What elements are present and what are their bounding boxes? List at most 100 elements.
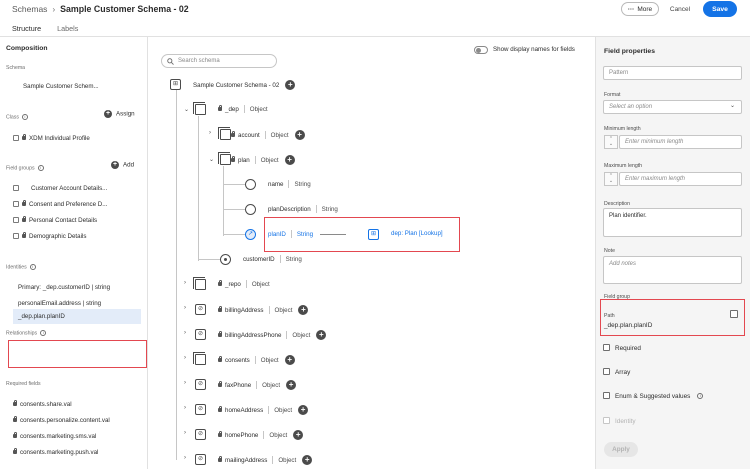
checkbox[interactable] <box>13 233 19 240</box>
plus-icon: + <box>104 110 112 118</box>
checkbox[interactable] <box>13 135 19 142</box>
page-title: Sample Customer Schema - 02 <box>60 4 189 14</box>
lookup-reference[interactable]: dep: Plan [Lookup] <box>391 230 443 237</box>
breadcrumb-schemas[interactable]: Schemas <box>12 4 47 14</box>
checkbox[interactable] <box>13 217 19 224</box>
tree-node-home-address[interactable]: homeAddress Object + <box>218 405 309 415</box>
chevron-right-icon[interactable]: › <box>184 430 186 436</box>
chevron-down-icon[interactable]: ⌄ <box>209 156 214 163</box>
lock-icon <box>218 431 223 437</box>
max-length-input[interactable]: Enter maximum length <box>619 172 742 186</box>
tree-node-mailing-address[interactable]: mailingAddress Object + <box>218 455 313 465</box>
checkbox[interactable] <box>13 185 19 192</box>
identity-item[interactable]: personalEmail.address | string <box>18 300 101 307</box>
tree-node-fax-phone[interactable]: faxPhone Object + <box>218 380 297 390</box>
note-textarea[interactable]: Add notes <box>603 256 742 284</box>
class-item[interactable]: XDM Individual Profile <box>13 134 90 142</box>
chevron-right-icon[interactable]: › <box>209 130 211 136</box>
tree-node-consents[interactable]: consents Object + <box>218 355 295 365</box>
add-field-button[interactable]: + <box>284 355 295 365</box>
info-icon[interactable]: i <box>40 330 47 336</box>
tree-node-account[interactable]: account Object + <box>231 130 305 140</box>
top-bar: Schemas › Sample Customer Schema - 02 St… <box>0 0 750 39</box>
more-button[interactable]: ··· More <box>621 2 659 16</box>
add-field-button[interactable]: + <box>302 455 313 465</box>
lock-icon <box>218 331 223 337</box>
chevron-right-icon[interactable]: › <box>184 305 186 311</box>
tree-node-dep[interactable]: _dep Object <box>218 105 268 113</box>
field-group-item[interactable]: Customer Account Details... <box>13 185 107 192</box>
chevron-right-icon[interactable]: › <box>184 455 186 461</box>
tree-node-billing-address[interactable]: billingAddress Object + <box>218 305 309 315</box>
field-group-item[interactable]: Demographic Details <box>13 232 86 240</box>
lock-icon <box>13 448 18 455</box>
search-input[interactable]: Search schema <box>161 54 277 68</box>
info-icon[interactable]: i <box>21 114 28 120</box>
lock-icon <box>22 232 27 239</box>
composition-heading: Composition <box>6 45 48 52</box>
tree-node-name[interactable]: name String <box>268 180 311 188</box>
tree-node-plan[interactable]: plan Object + <box>231 155 295 165</box>
save-button[interactable]: Save <box>703 1 737 17</box>
chevron-right-icon[interactable]: › <box>184 380 186 386</box>
display-names-toggle[interactable] <box>474 46 488 54</box>
tree-node-billing-address-phone[interactable]: billingAddressPhone Object + <box>218 330 327 340</box>
field-group-item[interactable]: Personal Contact Details <box>13 216 97 224</box>
copy-icon[interactable] <box>730 310 738 318</box>
add-field-button[interactable]: + <box>286 380 297 390</box>
identity-label: Identity <box>615 418 636 425</box>
add-field-button[interactable]: + <box>294 130 305 140</box>
info-icon[interactable]: i <box>37 165 44 171</box>
chevron-right-icon[interactable]: › <box>184 280 186 286</box>
class-label: Class i <box>6 114 28 120</box>
link-icon: ⊘ <box>195 429 206 440</box>
required-field-item: consents.share.val <box>13 400 72 408</box>
min-length-stepper[interactable]: ⌃ ⌄ <box>604 135 618 149</box>
info-icon[interactable]: i <box>29 264 36 270</box>
add-field-button[interactable]: + <box>316 330 327 340</box>
schema-name[interactable]: Sample Customer Schem... <box>23 83 99 90</box>
apply-button[interactable]: Apply <box>604 442 638 457</box>
info-icon[interactable]: i <box>697 393 704 400</box>
min-length-input[interactable]: Enter minimum length <box>619 135 742 149</box>
tree-node-plan-id[interactable]: planID String <box>268 230 313 238</box>
tree-node-customer-id[interactable]: customerID String <box>243 255 302 263</box>
description-label: Description <box>604 201 630 207</box>
tree-node-repo[interactable]: _repo Object <box>218 280 270 288</box>
required-field-item: consents.marketing.push.val <box>13 448 98 456</box>
plus-icon: + <box>111 161 119 169</box>
enum-checkbox[interactable] <box>603 392 610 399</box>
chevron-right-icon[interactable]: › <box>184 405 186 411</box>
cancel-button[interactable]: Cancel <box>664 2 696 16</box>
format-select[interactable]: Select an option ⌄ <box>603 100 742 114</box>
add-field-group-button[interactable]: + Add <box>111 161 134 169</box>
checkbox[interactable] <box>13 201 19 208</box>
chevron-down-icon[interactable]: ⌄ <box>184 106 189 113</box>
relationship-item[interactable]: _dep.plan.planID <box>13 309 141 324</box>
add-field-button[interactable]: + <box>298 305 309 315</box>
chevron-right-icon[interactable]: › <box>184 355 186 361</box>
identity-checkbox[interactable] <box>603 417 610 424</box>
pattern-input[interactable]: Pattern <box>603 66 742 80</box>
add-field-button[interactable]: + <box>285 80 296 90</box>
required-checkbox[interactable] <box>603 344 610 351</box>
identity-item[interactable]: Primary: _dep.customerID | string <box>18 284 110 291</box>
field-group-item[interactable]: Consent and Preference D... <box>13 200 107 208</box>
chevron-right-icon[interactable]: › <box>184 330 186 336</box>
add-field-button[interactable]: + <box>284 155 295 165</box>
schema-root-icon: ⊞ <box>170 79 181 90</box>
lock-icon <box>22 216 27 223</box>
tree-node-plan-description[interactable]: planDescription String <box>268 205 338 213</box>
array-checkbox[interactable] <box>603 368 610 375</box>
breadcrumb: Schemas › Sample Customer Schema - 02 <box>12 4 189 14</box>
tree-node-home-phone[interactable]: homePhone Object + <box>218 430 304 440</box>
add-field-button[interactable]: + <box>298 405 309 415</box>
add-field-button[interactable]: + <box>293 430 304 440</box>
lock-icon <box>218 381 223 387</box>
schema-root[interactable]: Sample Customer Schema - 02 + <box>193 80 296 90</box>
assign-button[interactable]: + Assign <box>104 110 135 118</box>
max-length-stepper[interactable]: ⌃ ⌄ <box>604 172 618 186</box>
description-textarea[interactable]: Plan identifier. <box>603 208 742 237</box>
lock-icon <box>218 356 223 362</box>
identities-label: Identities i <box>6 264 36 270</box>
